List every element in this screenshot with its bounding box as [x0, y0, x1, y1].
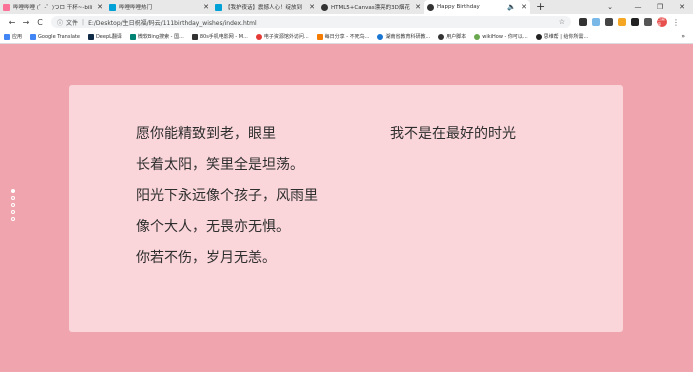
page-content: 愿你能精致到老，眼里 长着太阳，笑里全是坦荡。 阳光下永远像个孩子，风雨里 像个… — [0, 44, 693, 372]
script-icon — [438, 33, 445, 40]
bilibili-icon — [215, 3, 222, 11]
edu-icon — [377, 33, 384, 40]
bookmark-label: 用户脚本 — [446, 34, 467, 40]
minimize-button[interactable]: — — [627, 3, 649, 11]
bookmark-wikihow[interactable]: wikiHow - 你可以... — [474, 33, 528, 40]
poem-line: 阳光下永远像个孩子，风雨里 — [136, 188, 318, 204]
close-window-button[interactable]: ✕ — [671, 3, 693, 11]
bookmark-label: 电子资源馆外访问... — [263, 34, 309, 40]
browser-toolbar: ← → C ⓘ 文件 | E:/Desktop/生日祝福/码云/111birth… — [0, 14, 693, 30]
extension-icon[interactable] — [605, 18, 613, 26]
bookmark-label: 微软Bing搜索 - 国... — [137, 34, 184, 40]
close-icon[interactable]: ✕ — [415, 3, 421, 11]
close-icon[interactable]: ✕ — [203, 3, 209, 11]
bookmark-label: 80s手机电影网 - M... — [199, 34, 248, 40]
bing-icon — [129, 33, 136, 40]
tab-4[interactable]: HTML5+Canvas漂亮的3D烟花 ✕ — [318, 0, 424, 14]
pagination-dot[interactable] — [11, 210, 15, 214]
poem-line: 你若不伤，岁月无恙。 — [136, 250, 276, 266]
bookmark-label: DeepL翻译 — [95, 34, 122, 40]
back-button[interactable]: ← — [5, 18, 19, 27]
poem-line: 长着太阳，笑里全是坦荡。 — [136, 157, 304, 173]
translate-icon — [30, 33, 37, 40]
pagination-dot[interactable] — [11, 196, 15, 200]
bookmark-label: 湖南省教育科研教... — [385, 34, 431, 40]
globe-icon — [321, 3, 328, 11]
bookmark-apps[interactable]: 应用 — [4, 33, 22, 40]
bilibili-icon — [3, 3, 10, 11]
bookmark-google-translate[interactable]: Google Translate — [30, 33, 80, 40]
poem: 愿你能精致到老，眼里 长着太阳，笑里全是坦荡。 阳光下永远像个孩子，风雨里 像个… — [136, 119, 318, 274]
siweibang-icon — [535, 33, 542, 40]
tab-title: HTML5+Canvas漂亮的3D烟花 — [331, 5, 410, 11]
poem-line: 像个大人，无畏亦无惧。 — [136, 219, 290, 235]
puzzle-icon[interactable] — [631, 18, 639, 26]
menu-icon[interactable]: ⋮ — [672, 18, 680, 27]
pagination-dots — [11, 189, 15, 221]
bookmark-userscripts[interactable]: 用户脚本 — [438, 33, 466, 40]
file-label: 文件 — [66, 19, 79, 27]
maximize-button[interactable]: ❐ — [649, 3, 671, 11]
tab-title: 【我护夜话】震撼人心！绽放到 — [225, 5, 303, 11]
tab-title: Happy Birthday — [437, 4, 480, 10]
close-icon[interactable]: ✕ — [97, 3, 103, 11]
tab-strip: 哔哩哔哩 (゜-゜)つロ 干杯~-bili ✕ 哔哩哔哩热门 ✕ 【我护夜话】震… — [0, 0, 693, 14]
apps-icon — [4, 33, 10, 40]
star-icon[interactable]: ☆ — [559, 18, 565, 26]
close-icon[interactable]: ✕ — [521, 3, 527, 11]
bookmark-label: 思维帮 | 给你所需... — [543, 34, 589, 40]
speaker-icon[interactable]: 🔈 — [507, 3, 516, 11]
url-separator: | — [82, 18, 85, 26]
reload-button[interactable]: C — [33, 18, 47, 27]
library-icon — [255, 33, 262, 40]
extension-icon[interactable] — [618, 18, 626, 26]
tab-3[interactable]: 【我护夜话】震撼人心！绽放到 ✕ — [212, 0, 318, 14]
url-text[interactable]: E:/Desktop/生日祝福/码云/111birthday_wishes/in… — [88, 18, 257, 27]
bookmark-hunan-edu[interactable]: 湖南省教育科研教... — [377, 33, 430, 40]
bookmark-label: Google Translate — [38, 33, 80, 40]
poem-right-line: 我不是在最好的时光 — [390, 126, 516, 142]
globe-icon — [427, 3, 434, 11]
bookmark-eresource[interactable]: 电子资源馆外访问... — [255, 33, 309, 40]
extension-icons: 已暂停 ⋮ — [579, 16, 680, 27]
info-icon[interactable]: ⓘ — [57, 18, 63, 27]
poem-line: 愿你能精致到老，眼里 — [136, 126, 276, 142]
bookmark-deepl[interactable]: DeepL翻译 — [87, 33, 122, 40]
close-icon[interactable]: ✕ — [309, 3, 315, 11]
wish-card: 愿你能精致到老，眼里 长着太阳，笑里全是坦荡。 阳光下永远像个孩子，风雨里 像个… — [69, 85, 623, 332]
address-bar[interactable]: ⓘ 文件 | E:/Desktop/生日祝福/码云/111birthday_wi… — [51, 16, 571, 28]
bookmarks-bar: 应用 Google Translate DeepL翻译 微软Bing搜索 - 国… — [0, 30, 693, 44]
pagination-dot[interactable] — [11, 203, 15, 207]
pagination-dot[interactable] — [11, 217, 15, 221]
reading-list-icon[interactable] — [644, 18, 652, 26]
bookmark-bing[interactable]: 微软Bing搜索 - 国... — [129, 33, 184, 40]
tab-title: 哔哩哔哩热门 — [119, 5, 153, 11]
window-controls: ⌄ — ❐ ✕ — [599, 0, 693, 14]
bookmark-label: 每日分享 - 不死鸟... — [324, 34, 370, 40]
extension-icon[interactable] — [579, 18, 587, 26]
chevron-right-icon[interactable]: » — [681, 33, 685, 40]
profile-avatar[interactable]: 已暂停 — [657, 16, 667, 27]
bookmark-label: 应用 — [12, 34, 23, 40]
forward-button[interactable]: → — [19, 18, 33, 27]
tab-1[interactable]: 哔哩哔哩 (゜-゜)つロ 干杯~-bili ✕ — [0, 0, 106, 14]
tab-title: 哔哩哔哩 (゜-゜)つロ 干杯~-bili — [13, 5, 93, 11]
wikihow-icon — [474, 33, 481, 40]
new-tab-button[interactable]: + — [536, 0, 545, 14]
tab-5-active[interactable]: Happy Birthday 🔈 ✕ — [424, 0, 530, 14]
bookmark-daily-share[interactable]: 每日分享 - 不死鸟... — [316, 33, 370, 40]
bookmark-siweibang[interactable]: 思维帮 | 给你所需... — [535, 33, 589, 40]
tab-2[interactable]: 哔哩哔哩热门 ✕ — [106, 0, 212, 14]
bookmark-80s[interactable]: 80s手机电影网 - M... — [191, 33, 248, 40]
extension-icon[interactable] — [592, 18, 600, 26]
chevron-down-icon[interactable]: ⌄ — [599, 3, 621, 11]
phoenix-icon — [316, 33, 323, 40]
pagination-dot[interactable] — [11, 189, 15, 193]
bookmark-label: wikiHow - 你可以... — [482, 34, 528, 40]
bilibili-icon — [109, 3, 116, 11]
deepl-icon — [87, 33, 94, 40]
film-icon — [191, 33, 198, 40]
